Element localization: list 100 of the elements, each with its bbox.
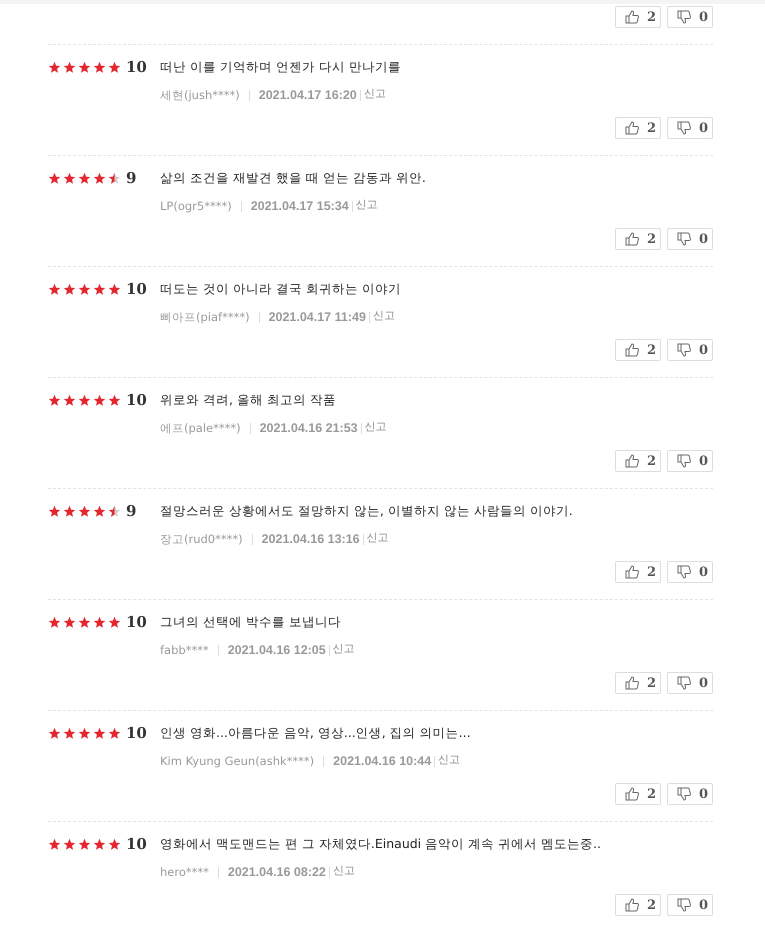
star-icon	[48, 394, 61, 406]
star-icon	[78, 394, 91, 406]
score: 10	[126, 613, 148, 631]
star-icon	[108, 172, 121, 184]
report-link[interactable]: 신고	[356, 196, 378, 212]
like-button[interactable]: 2	[615, 450, 661, 472]
review-text: 그녀의 선택에 박수를 보냅니다	[160, 614, 341, 630]
like-button[interactable]: 2	[615, 6, 661, 28]
thumbs-down-icon	[676, 453, 692, 469]
report-link[interactable]: 신고	[364, 418, 387, 434]
star-icon	[78, 172, 91, 184]
star-icon	[108, 394, 121, 406]
report-link[interactable]: 신고	[332, 640, 355, 656]
star-icon	[78, 838, 91, 850]
star-icon	[63, 172, 76, 184]
report-link[interactable]: 신고	[372, 308, 395, 322]
score: 10	[126, 280, 148, 298]
star-icon	[63, 838, 76, 850]
username: hero****	[160, 865, 209, 879]
username: 세현(jush****)	[160, 88, 240, 102]
thumbs-down-icon	[676, 231, 692, 247]
star-icon	[108, 504, 121, 518]
review-date: 2021.04.17 11:49	[268, 310, 366, 324]
star-icon	[48, 60, 61, 74]
star-icon	[108, 726, 121, 740]
thumbs-up-icon	[624, 675, 640, 691]
star-icon	[93, 504, 106, 518]
review-text: 절망스러운 상황에서도 절망하지 않는, 이별하지 않는 사람들의 이야기.	[160, 502, 573, 520]
thumbs-down-icon	[676, 897, 692, 913]
review-date: 2021.04.16 08:22	[228, 865, 326, 879]
dislike-button[interactable]: 0	[667, 783, 713, 805]
thumbs-down-icon	[676, 786, 692, 802]
like-button[interactable]: 2	[615, 339, 661, 361]
thumbs-up-icon	[624, 897, 640, 913]
star-icon	[63, 60, 76, 74]
dislike-button[interactable]: 0	[667, 339, 713, 361]
star-icon	[48, 616, 61, 628]
star-icon	[93, 282, 106, 296]
star-icon	[63, 616, 76, 628]
like-button[interactable]: 2	[615, 117, 661, 139]
report-link[interactable]: 신고	[332, 862, 355, 878]
thumbs-up-icon	[624, 453, 640, 469]
report-link[interactable]: 신고	[364, 86, 386, 100]
like-button[interactable]: 2	[615, 228, 661, 250]
star-icon	[48, 282, 61, 296]
score: 10	[126, 391, 148, 409]
like-button[interactable]: 2	[615, 894, 661, 916]
thumbs-down-icon	[676, 564, 692, 580]
username: 삐아프(piaf****)	[160, 310, 250, 324]
username: 장고(rud0****)	[160, 532, 243, 546]
report-link[interactable]: 신고	[438, 752, 460, 766]
review-date: 2021.04.16 21:53	[260, 421, 358, 435]
star-icon	[93, 394, 106, 406]
star-icon	[78, 616, 91, 628]
dislike-button[interactable]: 0	[667, 561, 713, 583]
star-icon	[108, 838, 121, 850]
dislike-button[interactable]: 0	[667, 450, 713, 472]
star-icon	[78, 282, 91, 296]
like-button[interactable]: 2	[615, 672, 661, 694]
score: 9	[126, 502, 138, 520]
like-button[interactable]: 2	[615, 783, 661, 805]
thumbs-up-icon	[624, 342, 640, 358]
star-icon	[93, 726, 106, 740]
review-date: 2021.04.16 13:16	[262, 532, 360, 546]
username: fabb****	[160, 643, 209, 657]
star-icon	[108, 616, 121, 628]
dislike-button[interactable]: 0	[667, 672, 713, 694]
star-icon	[48, 504, 61, 518]
review-text: 인생 영화...아름다운 음악, 영상...인생, 집의 의미는...	[160, 724, 471, 742]
score: 10	[126, 724, 148, 742]
star-icon	[93, 172, 106, 184]
thumbs-up-icon	[624, 564, 640, 580]
star-icon	[93, 616, 106, 628]
star-icon	[63, 394, 76, 406]
username: Kim Kyung Geun(ashk****)	[160, 754, 314, 768]
dislike-button[interactable]: 0	[667, 894, 713, 916]
review-date: 2021.04.16 12:05	[228, 643, 326, 657]
star-icon	[108, 60, 121, 74]
dislike-button[interactable]: 0	[667, 6, 713, 28]
star-icon	[48, 726, 61, 740]
dislike-button[interactable]: 0	[667, 117, 713, 139]
score: 9	[126, 169, 138, 187]
review-date: 2021.04.16 10:44	[333, 754, 432, 768]
review-date: 2021.04.17 15:34	[250, 199, 349, 213]
star-icon	[93, 60, 106, 74]
dislike-button[interactable]: 0	[667, 228, 713, 250]
thumbs-down-icon	[676, 9, 692, 25]
review-text: 삶의 조건을 재발견 했을 때 얻는 감동과 위안.	[160, 170, 426, 186]
thumbs-down-icon	[676, 342, 692, 358]
star-icon	[63, 504, 76, 518]
star-icon	[78, 726, 91, 740]
star-icon	[93, 838, 106, 850]
star-icon	[108, 282, 121, 296]
thumbs-up-icon	[624, 120, 640, 136]
report-link[interactable]: 신고	[366, 530, 389, 544]
thumbs-down-icon	[676, 675, 692, 691]
like-button[interactable]: 2	[615, 561, 661, 583]
username: LP(ogr5****)	[160, 199, 232, 213]
thumbs-up-icon	[624, 9, 640, 25]
score: 10	[126, 835, 148, 853]
